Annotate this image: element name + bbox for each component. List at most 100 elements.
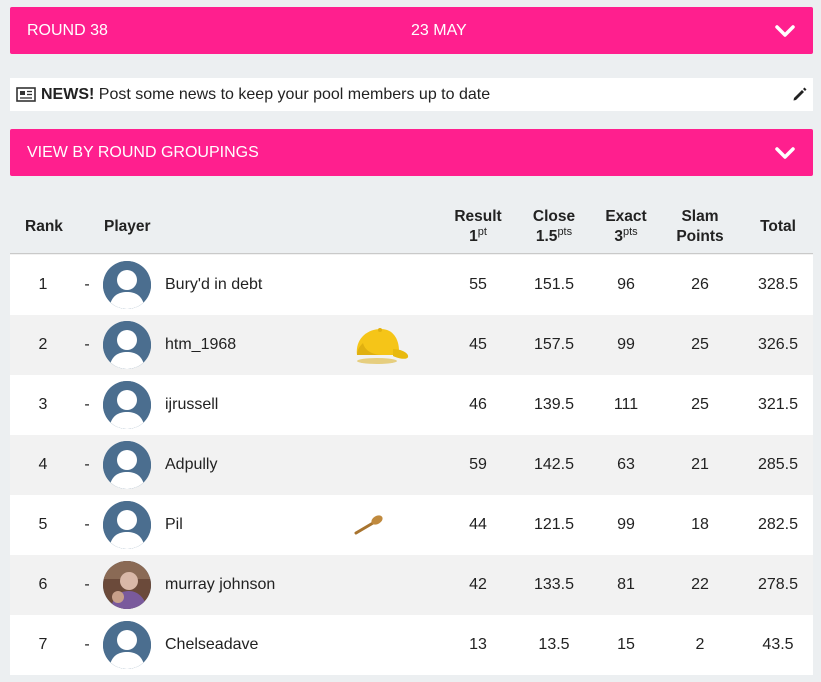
slam-points: 22 <box>691 576 709 593</box>
header-result-points: 1pt <box>450 227 506 247</box>
avatar[interactable] <box>103 621 151 669</box>
header-exact-unit: pts <box>622 226 638 238</box>
close-points: 142.5 <box>533 456 575 473</box>
wooden-spoon-icon <box>354 515 383 535</box>
table-row[interactable]: 2 - htm_1968 45 157.5 99 25 326.5 <box>10 315 813 375</box>
table-row[interactable]: 5 - Pil 44 121.5 99 18 282.5 <box>10 495 813 555</box>
default-avatar-icon <box>103 321 151 369</box>
close-points: 13.5 <box>538 636 570 653</box>
pencil-icon[interactable] <box>792 87 807 102</box>
table-row[interactable]: 6 - murray johnson 42 133.5 81 22 278.5 <box>10 555 813 615</box>
rank-movement: - <box>84 396 90 413</box>
default-avatar-icon <box>103 621 151 669</box>
header-slam-points[interactable]: Slam Points <box>666 207 734 247</box>
round-selector-bar[interactable]: ROUND 38 23 MAY <box>10 7 813 54</box>
player-name[interactable]: Pil <box>165 495 183 555</box>
round-date: 23 MAY <box>411 21 467 39</box>
player-name[interactable]: Chelseadave <box>165 615 258 675</box>
rank-cell: 5 <box>38 516 48 533</box>
avatar[interactable] <box>103 561 151 609</box>
header-close-label: Close <box>532 208 576 225</box>
close-points: 157.5 <box>533 336 575 353</box>
rank-movement: - <box>84 516 90 533</box>
header-slam-label-2: Points <box>676 228 724 245</box>
rank-cell: 1 <box>38 276 48 293</box>
round-groupings-bar[interactable]: VIEW BY ROUND GROUPINGS <box>10 129 813 176</box>
close-points: 151.5 <box>533 276 575 293</box>
exact-points: 15 <box>617 636 635 653</box>
table-row[interactable]: 3 - ijrussell 46 139.5 111 25 321.5 <box>10 375 813 435</box>
header-slam-label: Slam <box>681 208 719 225</box>
rank-movement: - <box>84 576 90 593</box>
total-points: 285.5 <box>757 456 799 473</box>
header-close-value: 1.5 <box>535 228 558 245</box>
rank-cell: 4 <box>38 456 48 473</box>
table-header: Rank Player Result 1pt Close 1.5pts Exac… <box>10 195 813 254</box>
header-exact[interactable]: Exact 3pts <box>598 207 654 247</box>
exact-points: 99 <box>617 336 635 353</box>
rank-cell: 6 <box>38 576 48 593</box>
round-label: ROUND 38 <box>27 21 108 39</box>
header-exact-points: 3pts <box>598 227 654 247</box>
result-points: 45 <box>469 336 487 353</box>
table-row[interactable]: 7 - Chelseadave 13 13.5 15 2 43.5 <box>10 615 813 675</box>
header-player[interactable]: Player <box>104 217 151 237</box>
header-total[interactable]: Total <box>748 217 808 237</box>
header-rank[interactable]: Rank <box>25 217 63 237</box>
header-result-unit: pt <box>477 226 487 238</box>
exact-points: 63 <box>617 456 635 473</box>
chevron-down-icon[interactable] <box>774 21 796 41</box>
header-close-unit: pts <box>557 226 573 238</box>
header-result-value: 1 <box>469 228 478 245</box>
avatar[interactable] <box>103 261 151 309</box>
rank-cell: 2 <box>38 336 48 353</box>
news-label: NEWS! <box>41 86 95 103</box>
player-name[interactable]: murray johnson <box>165 555 275 615</box>
player-name[interactable]: Adpully <box>165 435 217 495</box>
result-points: 46 <box>469 396 487 413</box>
player-name[interactable]: htm_1968 <box>165 315 236 375</box>
news-bar: NEWS! Post some news to keep your pool m… <box>10 78 813 111</box>
rank-movement: - <box>84 336 90 353</box>
news-text: NEWS! Post some news to keep your pool m… <box>41 86 490 104</box>
default-avatar-icon <box>103 501 151 549</box>
result-points: 44 <box>469 516 487 533</box>
table-row[interactable]: 1 - Bury'd in debt 55 151.5 96 26 328.5 <box>10 255 813 315</box>
avatar[interactable] <box>103 441 151 489</box>
total-points: 321.5 <box>757 396 799 413</box>
exact-points: 99 <box>617 516 635 533</box>
header-result[interactable]: Result 1pt <box>450 207 506 247</box>
close-points: 121.5 <box>533 516 575 533</box>
close-points: 139.5 <box>533 396 575 413</box>
default-avatar-icon <box>103 381 151 429</box>
rank-movement: - <box>84 276 90 293</box>
avatar[interactable] <box>103 501 151 549</box>
rank-cell: 3 <box>38 396 48 413</box>
result-points: 59 <box>469 456 487 473</box>
avatar[interactable] <box>103 321 151 369</box>
slam-points: 18 <box>691 516 709 533</box>
exact-points: 111 <box>613 396 639 413</box>
result-points: 55 <box>469 276 487 293</box>
table-row[interactable]: 4 - Adpully 59 142.5 63 21 285.5 <box>10 435 813 495</box>
result-points: 42 <box>469 576 487 593</box>
exact-points: 81 <box>617 576 635 593</box>
header-result-label: Result <box>454 208 502 225</box>
header-exact-value: 3 <box>614 228 623 245</box>
header-close[interactable]: Close 1.5pts <box>524 207 584 247</box>
avatar[interactable] <box>103 381 151 429</box>
player-name[interactable]: Bury'd in debt <box>165 255 262 315</box>
header-close-points: 1.5pts <box>524 227 584 247</box>
chevron-down-icon[interactable] <box>774 143 796 163</box>
yellow-cap-icon <box>356 328 409 364</box>
slam-points: 25 <box>691 396 709 413</box>
slam-points: 25 <box>691 336 709 353</box>
default-avatar-icon <box>103 261 151 309</box>
header-exact-label: Exact <box>605 208 647 225</box>
player-name[interactable]: ijrussell <box>165 375 218 435</box>
slam-points: 2 <box>695 636 705 653</box>
close-points: 133.5 <box>533 576 575 593</box>
slam-points: 26 <box>691 276 709 293</box>
round-groupings-label: VIEW BY ROUND GROUPINGS <box>27 143 259 161</box>
total-points: 43.5 <box>762 636 794 653</box>
